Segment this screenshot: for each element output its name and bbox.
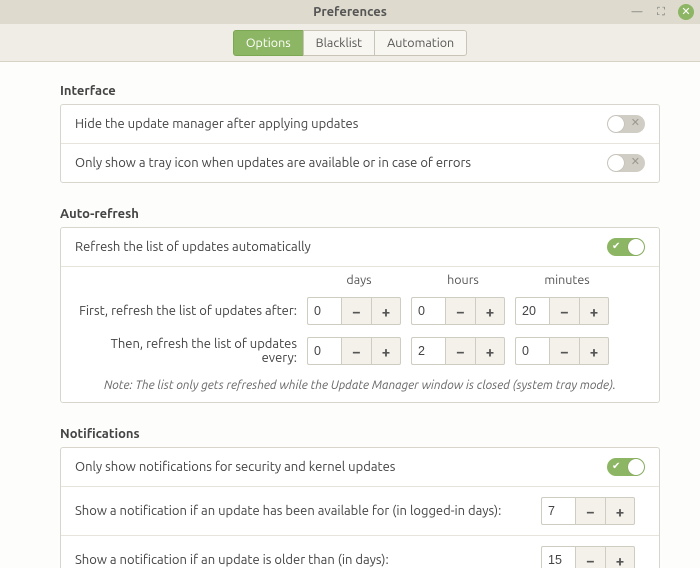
row-autorefresh-toggle: Refresh the list of updates automaticall… — [61, 228, 659, 267]
cross-icon: ✕ — [631, 116, 640, 129]
input-then-days[interactable] — [307, 337, 341, 365]
toggle-hide-after-apply[interactable]: ✕ — [607, 115, 645, 133]
spin-header: days hours minutes — [61, 267, 659, 291]
col-days: days — [307, 273, 411, 287]
label-sec-kernel: Only show notifications for security and… — [75, 460, 597, 474]
col-minutes: minutes — [515, 273, 619, 287]
row-sec-kernel: Only show notifications for security and… — [61, 448, 659, 487]
toggle-tray-only[interactable]: ✕ — [607, 154, 645, 172]
tab-blacklist[interactable]: Blacklist — [303, 30, 375, 56]
label-older-days: Show a notification if an update is olde… — [75, 553, 531, 567]
label-avail-days: Show a notification if an update has bee… — [75, 504, 531, 518]
row-tray-only: Only show a tray icon when updates are a… — [61, 144, 659, 182]
spin-first-hours: − + — [411, 297, 507, 325]
close-button[interactable]: ✕ — [678, 4, 694, 20]
tab-automation[interactable]: Automation — [374, 30, 467, 56]
tab-options[interactable]: Options — [233, 30, 304, 56]
autorefresh-note: Note: The list only gets refreshed while… — [61, 371, 659, 402]
panel-interface: Hide the update manager after applying u… — [60, 104, 660, 183]
input-then-hours[interactable] — [411, 337, 445, 365]
plus-button[interactable]: + — [605, 497, 635, 525]
input-then-minutes[interactable] — [515, 337, 549, 365]
maximize-button[interactable]: ⛶ — [654, 5, 668, 19]
spin-then-hours: − + — [411, 337, 507, 365]
row-hide-after-apply: Hide the update manager after applying u… — [61, 105, 659, 144]
row-then-refresh: Then, refresh the list of updates every:… — [61, 331, 659, 371]
label-hide-after-apply: Hide the update manager after applying u… — [75, 117, 597, 131]
minus-button[interactable]: − — [341, 337, 371, 365]
tab-group: Options Blacklist Automation — [233, 30, 467, 56]
row-older-days: Show a notification if an update is olde… — [61, 536, 659, 568]
spin-then-minutes: − + — [515, 337, 611, 365]
toggle-knob — [628, 459, 644, 475]
minimize-button[interactable]: — — [630, 5, 644, 19]
panel-notifications: Only show notifications for security and… — [60, 447, 660, 568]
input-first-days[interactable] — [307, 297, 341, 325]
panel-autorefresh: Refresh the list of updates automaticall… — [60, 227, 660, 403]
input-avail-days[interactable] — [541, 497, 575, 525]
section-title-autorefresh: Auto-refresh — [60, 207, 660, 221]
minus-button[interactable]: − — [445, 297, 475, 325]
spin-older-days: − + — [541, 546, 637, 568]
minus-button[interactable]: − — [575, 497, 605, 525]
row-avail-days: Show a notification if an update has bee… — [61, 487, 659, 536]
minus-button[interactable]: − — [445, 337, 475, 365]
plus-button[interactable]: + — [475, 337, 505, 365]
minus-button[interactable]: − — [549, 297, 579, 325]
window-controls: — ⛶ ✕ — [630, 0, 694, 24]
spin-then-days: − + — [307, 337, 403, 365]
input-older-days[interactable] — [541, 546, 575, 568]
label-then-refresh: Then, refresh the list of updates every: — [75, 337, 307, 365]
toggle-knob — [608, 155, 624, 171]
plus-button[interactable]: + — [579, 297, 609, 325]
spin-first-days: − + — [307, 297, 403, 325]
input-first-minutes[interactable] — [515, 297, 549, 325]
toggle-autorefresh[interactable]: ✔ — [607, 238, 645, 256]
spin-first-minutes: − + — [515, 297, 611, 325]
section-title-interface: Interface — [60, 84, 660, 98]
spin-avail-days: − + — [541, 497, 637, 525]
minus-button[interactable]: − — [549, 337, 579, 365]
minus-button[interactable]: − — [575, 546, 605, 568]
toggle-sec-kernel[interactable]: ✔ — [607, 458, 645, 476]
tab-bar: Options Blacklist Automation — [0, 24, 700, 62]
row-first-refresh: First, refresh the list of updates after… — [61, 291, 659, 331]
col-hours: hours — [411, 273, 515, 287]
plus-button[interactable]: + — [371, 337, 401, 365]
label-autorefresh-toggle: Refresh the list of updates automaticall… — [75, 240, 597, 254]
check-icon: ✔ — [612, 240, 620, 252]
toggle-knob — [608, 116, 624, 132]
plus-button[interactable]: + — [475, 297, 505, 325]
check-icon: ✔ — [612, 460, 620, 472]
input-first-hours[interactable] — [411, 297, 445, 325]
plus-button[interactable]: + — [579, 337, 609, 365]
minus-button[interactable]: − — [341, 297, 371, 325]
titlebar: Preferences — ⛶ ✕ — [0, 0, 700, 24]
label-tray-only: Only show a tray icon when updates are a… — [75, 156, 597, 170]
cross-icon: ✕ — [631, 155, 640, 168]
label-first-refresh: First, refresh the list of updates after… — [75, 304, 307, 318]
plus-button[interactable]: + — [605, 546, 635, 568]
section-title-notifications: Notifications — [60, 427, 660, 441]
plus-button[interactable]: + — [371, 297, 401, 325]
toggle-knob — [628, 239, 644, 255]
window-title: Preferences — [313, 5, 387, 19]
content-area: Interface Hide the update manager after … — [0, 62, 700, 568]
